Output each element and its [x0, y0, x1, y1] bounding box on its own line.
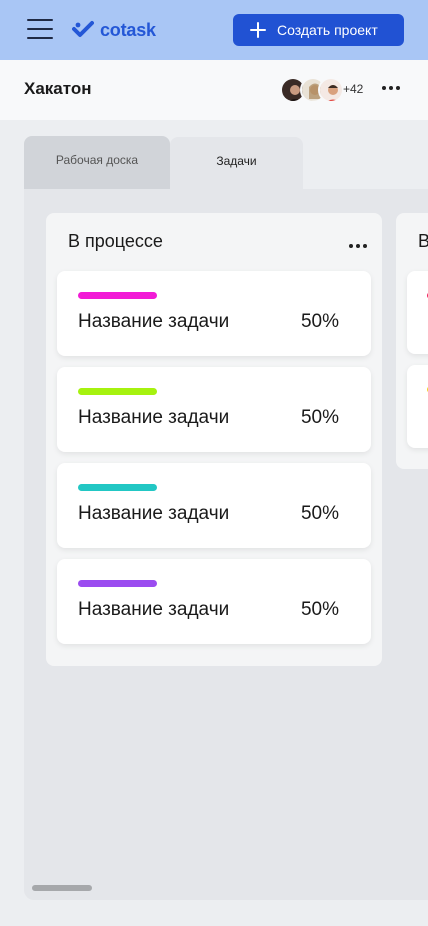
plus-icon	[250, 22, 266, 38]
column-more-icon[interactable]	[349, 244, 367, 248]
task-name: Название задачи	[78, 503, 230, 524]
task-progress: 50%	[300, 599, 339, 620]
task-color-bar	[78, 388, 157, 395]
task-card[interactable]: Название задачи 50%	[57, 271, 371, 356]
cotask-logo-icon	[72, 21, 94, 37]
more-horizontal-icon[interactable]	[382, 86, 402, 92]
avatar[interactable]	[318, 77, 344, 103]
task-progress: 50%	[300, 311, 339, 332]
project-title: Хакатон	[24, 79, 92, 98]
task-color-bar	[78, 484, 157, 491]
column-title: В процессе	[68, 231, 163, 251]
task-card[interactable]	[407, 271, 428, 354]
members-extra-count[interactable]: +42	[343, 82, 363, 96]
horizontal-scrollbar[interactable]	[32, 885, 92, 891]
create-project-button[interactable]: Создать проект	[233, 14, 404, 46]
project-header: Хакатон	[0, 60, 428, 120]
task-color-bar	[78, 292, 157, 299]
task-card[interactable]: Название задачи 50%	[57, 463, 371, 548]
logo-text: cotask	[100, 19, 156, 40]
task-color-bar	[78, 580, 157, 587]
task-card[interactable]	[407, 365, 428, 448]
task-card[interactable]: Название задачи 50%	[57, 559, 371, 644]
create-project-label: Создать проект	[277, 22, 378, 38]
tab-board[interactable]: Рабочая доска	[24, 136, 170, 189]
tab-tasks[interactable]: Задачи	[170, 137, 303, 190]
task-name: Название задачи	[78, 407, 230, 428]
top-bar: cotask Создать проект	[0, 0, 428, 60]
task-progress: 50%	[300, 407, 339, 428]
hamburger-icon[interactable]	[27, 19, 53, 39]
task-name: Название задачи	[78, 599, 230, 620]
task-name: Название задачи	[78, 311, 230, 332]
task-card[interactable]: Название задачи 50%	[57, 367, 371, 452]
task-progress: 50%	[300, 503, 339, 524]
logo[interactable]: cotask	[72, 18, 156, 42]
column-title: В	[418, 231, 428, 251]
